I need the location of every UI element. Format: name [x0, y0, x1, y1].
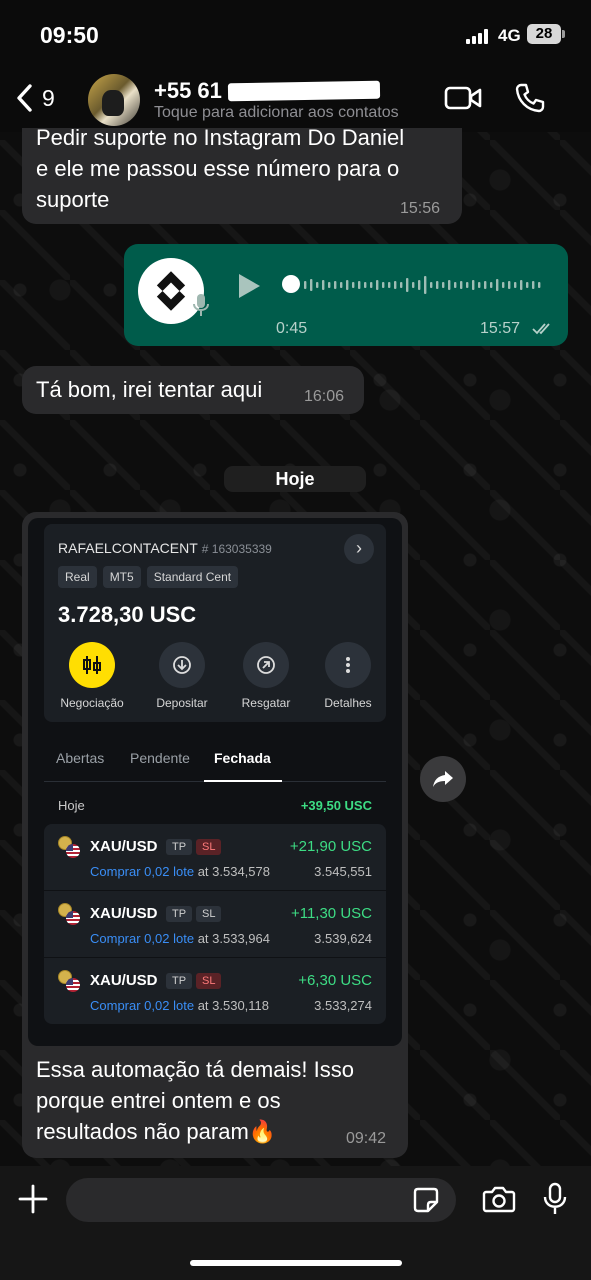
- status-bar-overlay: 09:50 4G 28: [0, 0, 591, 70]
- orders-tabs: Abertas Pendente Fechada: [44, 750, 386, 782]
- account-tag: Standard Cent: [146, 566, 239, 588]
- message-time: 15:56: [400, 200, 441, 217]
- contact-subtitle[interactable]: Toque para adicionar aos contatos: [154, 104, 399, 122]
- trade-row: XAU/USD TP SL +11,30 USC Comprar 0,02 lo…: [44, 891, 386, 957]
- image-caption: Essa automação tá demais! Isso porque en…: [36, 1057, 354, 1144]
- account-tags: Real MT5 Standard Cent: [58, 566, 239, 588]
- forward-arrow-icon: [433, 771, 453, 787]
- tp-badge: TP: [166, 906, 193, 922]
- message-time: 15:57: [480, 320, 521, 337]
- unread-count: 9: [42, 84, 55, 111]
- account-tag: MT5: [102, 566, 141, 588]
- voice-message[interactable]: 0:45 15:57: [124, 244, 568, 346]
- trade-close-price: 3.545,551: [314, 864, 372, 879]
- arrow-up-right-circle-icon: [257, 656, 275, 674]
- trade-pnl: +11,30 USC: [290, 905, 372, 922]
- trade-symbol: XAU/USD: [90, 972, 158, 989]
- status-time: 09:50: [40, 22, 99, 48]
- chevron-left-icon: [17, 84, 32, 112]
- forward-button[interactable]: [420, 756, 466, 802]
- arrow-down-circle-icon: [173, 656, 191, 674]
- tab-open: Abertas: [56, 750, 105, 766]
- chat-header-overlay: 9 +55 61 Toque para adicionar aos contat…: [0, 70, 591, 128]
- date-divider: Hoje: [224, 466, 366, 492]
- message-text-line: suporte: [36, 187, 110, 212]
- camera-button[interactable]: [482, 1184, 516, 1214]
- composer-bar: [0, 1166, 591, 1280]
- account-number: # 163035339: [201, 542, 272, 556]
- trade-pnl: +21,90 USC: [289, 838, 372, 855]
- video-call-button[interactable]: [444, 84, 482, 112]
- sticker-button[interactable]: [412, 1186, 440, 1214]
- account-tag: Real: [58, 566, 97, 588]
- gold-usd-flag-icon: [58, 903, 82, 925]
- trading-screenshot[interactable]: RAFAELCONTACENT # 163035339 › Real MT5 St…: [28, 518, 402, 1046]
- trade-open-price: at 3.533,964: [197, 931, 270, 946]
- account-actions: Negociação Depositar Resgatar Detalhes: [44, 642, 386, 712]
- trade-pnl: +6,30 USC: [298, 972, 372, 989]
- tab-pending: Pendente: [130, 750, 190, 766]
- signal-icon: [466, 28, 492, 44]
- action-withdraw: Resgatar: [224, 642, 308, 710]
- tab-closed: Fechada: [214, 750, 271, 766]
- trade-close-price: 3.539,624: [314, 931, 372, 946]
- account-name: RAFAELCONTACENT: [58, 540, 198, 556]
- incoming-message[interactable]: Tá bom, irei tentar aqui 16:06: [22, 366, 364, 414]
- sl-badge: SL: [196, 906, 222, 922]
- message-time: 16:06: [304, 388, 345, 405]
- trade-symbol: XAU/USD: [90, 905, 158, 922]
- home-indicator: [190, 1260, 402, 1266]
- chevron-right-icon: ›: [344, 534, 374, 564]
- active-tab-indicator: [204, 780, 282, 782]
- trade-row: XAU/USD TP SL +6,30 USC Comprar 0,02 lot…: [44, 958, 386, 1024]
- microphone-button[interactable]: [542, 1182, 568, 1216]
- trade-symbol: XAU/USD: [90, 838, 158, 855]
- trade-close-price: 3.533,274: [314, 998, 372, 1013]
- sl-badge: SL: [196, 839, 222, 855]
- back-button[interactable]: 9: [14, 82, 55, 114]
- playback-thumb[interactable]: [282, 275, 300, 293]
- account-card: RAFAELCONTACENT # 163035339 › Real MT5 St…: [44, 524, 386, 722]
- trade-row: XAU/USD TP SL +21,90 USC Comprar 0,02 lo…: [44, 824, 386, 890]
- message-time: 09:42: [346, 1130, 387, 1147]
- gold-usd-flag-icon: [58, 836, 82, 858]
- action-trade: Negociação: [50, 642, 134, 710]
- candlestick-icon: [83, 656, 101, 674]
- day-summary: Hoje +39,50 USC: [58, 798, 372, 813]
- voice-duration: 0:45: [276, 320, 308, 337]
- voice-call-button[interactable]: [514, 82, 546, 114]
- redaction-mark: [227, 80, 381, 102]
- day-label: Hoje: [58, 798, 85, 813]
- tp-badge: TP: [166, 973, 193, 989]
- trade-action: Comprar 0,02 lote: [90, 931, 195, 946]
- action-deposit: Depositar: [140, 642, 224, 710]
- audio-waveform[interactable]: [282, 270, 548, 300]
- microphone-icon: [193, 294, 209, 316]
- image-message[interactable]: RAFAELCONTACENT # 163035339 › Real MT5 St…: [22, 512, 408, 1158]
- tp-badge: TP: [166, 839, 193, 855]
- read-receipt-icon: [532, 323, 550, 335]
- account-balance: 3.728,30 USC: [58, 602, 197, 627]
- trade-action: Comprar 0,02 lote: [90, 998, 195, 1013]
- trade-open-price: at 3.534,578: [197, 864, 270, 879]
- battery-icon: 28: [527, 24, 565, 44]
- sl-badge: SL: [196, 973, 222, 989]
- play-button[interactable]: [236, 272, 262, 300]
- contact-avatar[interactable]: [88, 74, 140, 126]
- action-details: Detalhes: [306, 642, 390, 710]
- incoming-message[interactable]: Pedir suporte no Instagram Do Daniel e e…: [22, 112, 462, 224]
- network-label: 4G: [498, 26, 521, 45]
- gold-usd-flag-icon: [58, 970, 82, 992]
- message-text: Tá bom, irei tentar aqui: [36, 377, 263, 402]
- trade-open-price: at 3.530,118: [197, 998, 270, 1013]
- attach-plus-button[interactable]: [18, 1184, 48, 1214]
- more-vertical-icon: [346, 657, 350, 673]
- trade-action: Comprar 0,02 lote: [90, 864, 195, 879]
- contact-name[interactable]: +55 61: [154, 78, 222, 104]
- message-text-line: e ele me passou esse número para o: [36, 156, 400, 181]
- message-input[interactable]: [66, 1178, 456, 1222]
- day-total: +39,50 USC: [300, 798, 372, 813]
